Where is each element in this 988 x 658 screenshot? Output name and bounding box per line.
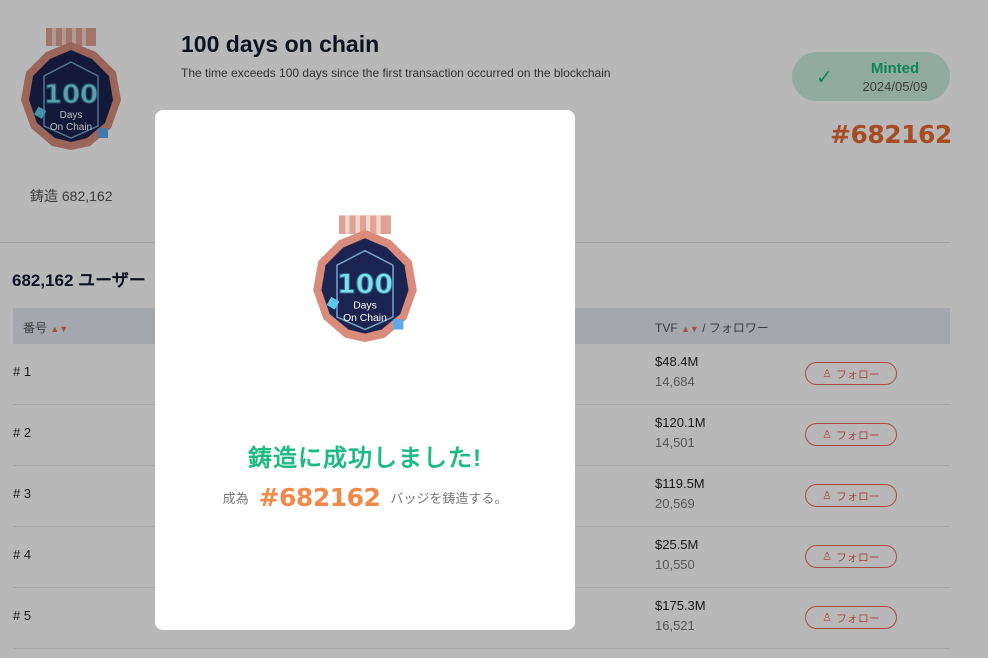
svg-text:100: 100 [337, 269, 393, 300]
svg-text:On Chain: On Chain [343, 313, 387, 324]
success-serial: #682162 [258, 483, 381, 512]
svg-text:Days: Days [353, 301, 377, 312]
success-title: 鋳造に成功しました! [248, 445, 482, 472]
success-message: 成為 #682162 バッジを鋳造する。 [155, 483, 575, 512]
success-suffix: バッジを鋳造する。 [390, 491, 508, 506]
badge-image: 100 Days On Chain [313, 215, 417, 342]
mint-success-dialog: 100 Days On Chain 鋳造に成功しました! 成為 #682162 … [155, 110, 575, 630]
success-prefix: 成為 [222, 491, 249, 506]
